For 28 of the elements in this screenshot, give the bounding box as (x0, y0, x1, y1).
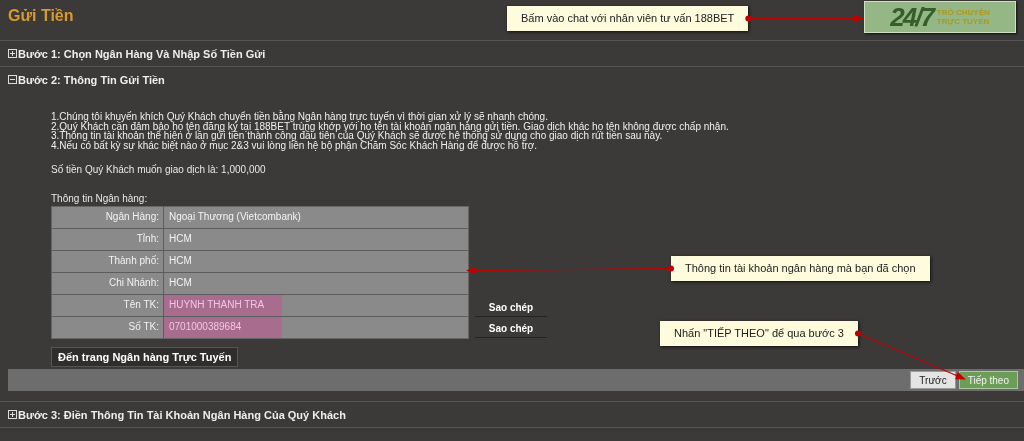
step-heading[interactable]: Bước 3: Điền Thông Tin Tài Khoản Ngân Hàng Của Quý Khách (18, 408, 346, 421)
field-value: Ngoại Thương (Vietcombank) (168, 210, 302, 224)
field-value: HCM (168, 276, 193, 290)
back-button[interactable]: Trước (910, 371, 956, 389)
expand-icon[interactable] (8, 49, 17, 58)
instruction-text: 1.Chúng tôi khuyến khích Quý Khách chuyển tiền bằng Ngân hàng trực tuyến vì thời gian xử lý sẽ nhanh chóng. (51, 112, 549, 122)
field-label: Tỉnh: (52, 229, 164, 250)
step-heading[interactable]: Bước 1: Chọn Ngân Hàng Và Nhập Số Tiền Gửi (18, 47, 266, 60)
callout-note: Nhấn "TIẾP THEO" để qua bước 3 (660, 321, 858, 346)
step-heading[interactable]: Bước 2: Thông Tin Gửi Tiền (18, 73, 165, 86)
expand-icon[interactable] (8, 410, 17, 419)
collapse-icon[interactable] (8, 75, 17, 84)
callout-note: Thông tin tài khoản ngân hàng mà bạn đã chọn (671, 256, 930, 281)
field-label: Thành phố: (52, 251, 164, 272)
field-label: Chi Nhánh: (52, 273, 164, 294)
amount-text: Số tiền Quý Khách muốn giao dịch là: 1,000,000 (51, 164, 267, 175)
field-value: HCM (168, 254, 193, 268)
field-value: HCM (168, 232, 193, 246)
instruction-text: 3.Thông tin tài khoản thể hiện ở lần gửi tiền thành công đầu tiên của Quý Khách sẽ được hệ thống sử dụng cho giao dịch rút tiền sau này. (51, 131, 663, 141)
online-banking-button[interactable]: Đến trang Ngân hàng Trực Tuyến (51, 347, 239, 367)
field-value: HUYNH THANH TRA (164, 295, 282, 316)
instruction-text: 4.Nếu có bất kỳ sự khác biệt nào ở mục 2&3 vui lòng liên hệ bộ phận Chăm Sóc Khách Hàng để được hỗ trợ. (51, 140, 539, 150)
section-label: Thông tin Ngân hàng: (51, 193, 149, 204)
field-value: 0701000389684 (164, 317, 282, 338)
callout-note: Bấm vào chat với nhân viên tư vấn 188BET (507, 6, 749, 31)
page-title: Gửi Tiền (8, 7, 74, 25)
instruction-text: 2.Quý Khách cần đảm bảo họ tên đăng ký tại 188BET trùng khớp với họ tên tài khoản ngân hàng gửi tiền. Giao dịch khác họ tên không được chấp nhận. (51, 121, 730, 131)
field-label: Ngân Hàng: (52, 207, 164, 228)
